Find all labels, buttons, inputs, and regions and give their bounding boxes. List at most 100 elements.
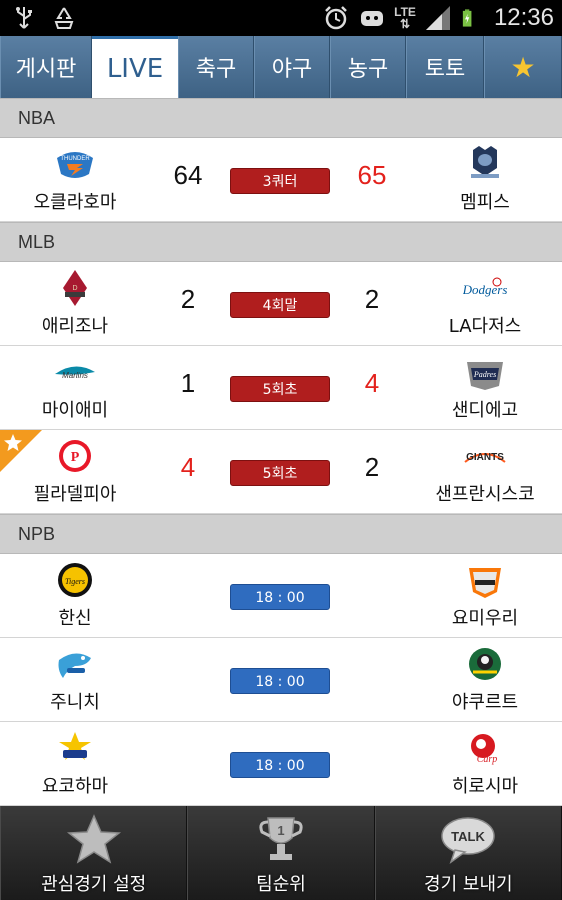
recycle-icon xyxy=(54,7,74,29)
button-label: 경기 보내기 xyxy=(424,874,513,895)
clock: 12:36 xyxy=(493,4,554,31)
team-name: 샌디에고 xyxy=(451,400,519,421)
favorites-settings-button[interactable]: 관심경기 설정 xyxy=(0,806,188,900)
home-team: Marlins 마이애미 xyxy=(0,352,150,422)
team-name: 멤피스 xyxy=(460,192,510,213)
home-score: 64 xyxy=(173,160,203,190)
team-name: 샌프란시스코 xyxy=(435,484,535,505)
tab-toto[interactable]: 토토 xyxy=(406,36,484,98)
svg-text:Carp: Carp xyxy=(477,754,498,765)
home-team: 주니치 xyxy=(0,644,150,714)
battery-icon xyxy=(462,9,472,27)
team-name: 한신 xyxy=(58,608,92,629)
game-status-badge: 5회초 xyxy=(230,376,330,402)
star-icon xyxy=(66,814,121,864)
trophy-icon: 1 xyxy=(259,817,303,860)
game-time-badge: 18 : 00 xyxy=(230,668,330,694)
team-ranking-button[interactable]: 1 팀순위 xyxy=(187,806,375,900)
svg-text:D: D xyxy=(72,285,77,292)
tab-favorites[interactable]: ★ xyxy=(484,36,562,98)
game-row[interactable]: D 애리조나 2 4회말 2 Dodgers LA다저스 xyxy=(0,262,562,346)
giants-npb-logo-icon xyxy=(469,568,501,598)
phillies-logo-icon: P xyxy=(59,440,91,472)
tab-baseball[interactable]: 야구 xyxy=(254,36,330,98)
home-score: 4 xyxy=(180,452,196,482)
share-game-button[interactable]: TALK 경기 보내기 xyxy=(374,806,562,900)
team-name: 히로시마 xyxy=(451,776,519,797)
data-arrows-icon: ⇅ xyxy=(400,17,411,31)
padres-logo-icon: Padres xyxy=(467,362,503,390)
team-name: 애리조나 xyxy=(41,316,109,337)
league-header-nba: NBA xyxy=(0,98,562,138)
status-bar: LTE ⇅ 12:36 xyxy=(0,0,562,36)
game-time-badge: 18 : 00 xyxy=(230,752,330,778)
tab-label: 게시판 xyxy=(15,57,77,82)
svg-text:TALK: TALK xyxy=(451,829,485,844)
tab-label: 축구 xyxy=(195,57,237,82)
dodgers-logo-icon: Dodgers xyxy=(463,277,507,297)
button-label: 팀순위 xyxy=(256,874,306,895)
alarm-icon xyxy=(325,6,348,30)
button-label: 관심경기 설정 xyxy=(41,874,147,895)
team-name: 마이애미 xyxy=(41,400,109,421)
away-team: 멤피스 xyxy=(410,144,560,214)
tigers-logo-icon: Tigers xyxy=(58,563,92,597)
team-name: 필라델피아 xyxy=(33,484,117,505)
league-header-mlb: MLB xyxy=(0,222,562,262)
tab-soccer[interactable]: 축구 xyxy=(178,36,254,98)
svg-text:1: 1 xyxy=(277,823,284,838)
home-team: P 필라델피아 xyxy=(0,436,150,506)
game-row[interactable]: THUNDER 오클라호마 64 3쿼터 65 멤피스 xyxy=(0,138,562,222)
team-name: 오클라호마 xyxy=(33,192,117,213)
game-status-badge: 4회말 xyxy=(230,292,330,318)
away-score: 4 xyxy=(364,368,380,398)
marlins-logo-icon: Marlins xyxy=(55,366,95,380)
game-row[interactable]: Tigers 한신 18 : 00 요미우리 xyxy=(0,554,562,638)
signal-icon xyxy=(425,6,450,30)
carp-logo-icon: Carp xyxy=(471,734,498,765)
tab-label: 토토 xyxy=(424,57,466,82)
swallows-logo-icon xyxy=(469,648,501,680)
away-team: Carp 히로시마 xyxy=(410,728,560,798)
live-score-list: NBA THUNDER 오클라호마 64 3쿼터 65 멤피스 MLB D 애리… xyxy=(0,98,562,806)
tab-live[interactable]: LIVE xyxy=(92,36,178,98)
away-team: Padres 샌디에고 xyxy=(410,352,560,422)
team-name: LA다저스 xyxy=(448,316,522,337)
home-score: 2 xyxy=(180,284,196,314)
team-name: 주니치 xyxy=(50,692,100,713)
thunder-logo-icon: THUNDER xyxy=(57,152,93,178)
game-row[interactable]: 주니치 18 : 00 야쿠르트 xyxy=(0,638,562,722)
tab-board[interactable]: 게시판 xyxy=(0,36,92,98)
game-row[interactable]: P 필라델피아 4 5회초 2 GIANTS 샌프란시스코 xyxy=(0,430,562,514)
game-row[interactable]: Marlins 마이애미 1 5회초 4 Padres 샌디에고 xyxy=(0,346,562,430)
svg-text:Tigers: Tigers xyxy=(65,577,85,586)
game-status-badge: 3쿼터 xyxy=(230,168,330,194)
svg-text:GIANTS: GIANTS xyxy=(466,452,504,463)
team-name: 야쿠르트 xyxy=(451,692,519,713)
dragons-logo-icon xyxy=(58,653,91,678)
game-row[interactable]: 요코하마 18 : 00 Carp 히로시마 xyxy=(0,722,562,806)
tab-basketball[interactable]: 농구 xyxy=(330,36,406,98)
giants-logo-icon: GIANTS xyxy=(464,452,506,463)
baystars-logo-icon xyxy=(59,732,91,760)
tab-label: 야구 xyxy=(271,57,313,82)
team-name: 요미우리 xyxy=(451,608,519,629)
away-score: 2 xyxy=(364,452,380,482)
home-team: 요코하마 xyxy=(0,728,150,798)
away-team: 요미우리 xyxy=(410,560,560,630)
away-score: 2 xyxy=(364,284,380,314)
svg-text:P: P xyxy=(71,450,80,465)
game-status-badge: 5회초 xyxy=(230,460,330,486)
usb-icon xyxy=(16,7,32,29)
star-icon: ★ xyxy=(510,50,536,84)
svg-text:Padres: Padres xyxy=(473,370,496,379)
team-name: 요코하마 xyxy=(41,776,109,797)
svg-text:Marlins: Marlins xyxy=(62,371,88,380)
game-icon xyxy=(361,11,384,26)
tab-label: LIVE xyxy=(106,53,164,84)
home-team: Tigers 한신 xyxy=(0,560,150,630)
category-tabs: 게시판 LIVE 축구 야구 농구 토토 ★ xyxy=(0,36,562,98)
game-time-badge: 18 : 00 xyxy=(230,584,330,610)
away-team: 야쿠르트 xyxy=(410,644,560,714)
home-team: D 애리조나 xyxy=(0,268,150,338)
